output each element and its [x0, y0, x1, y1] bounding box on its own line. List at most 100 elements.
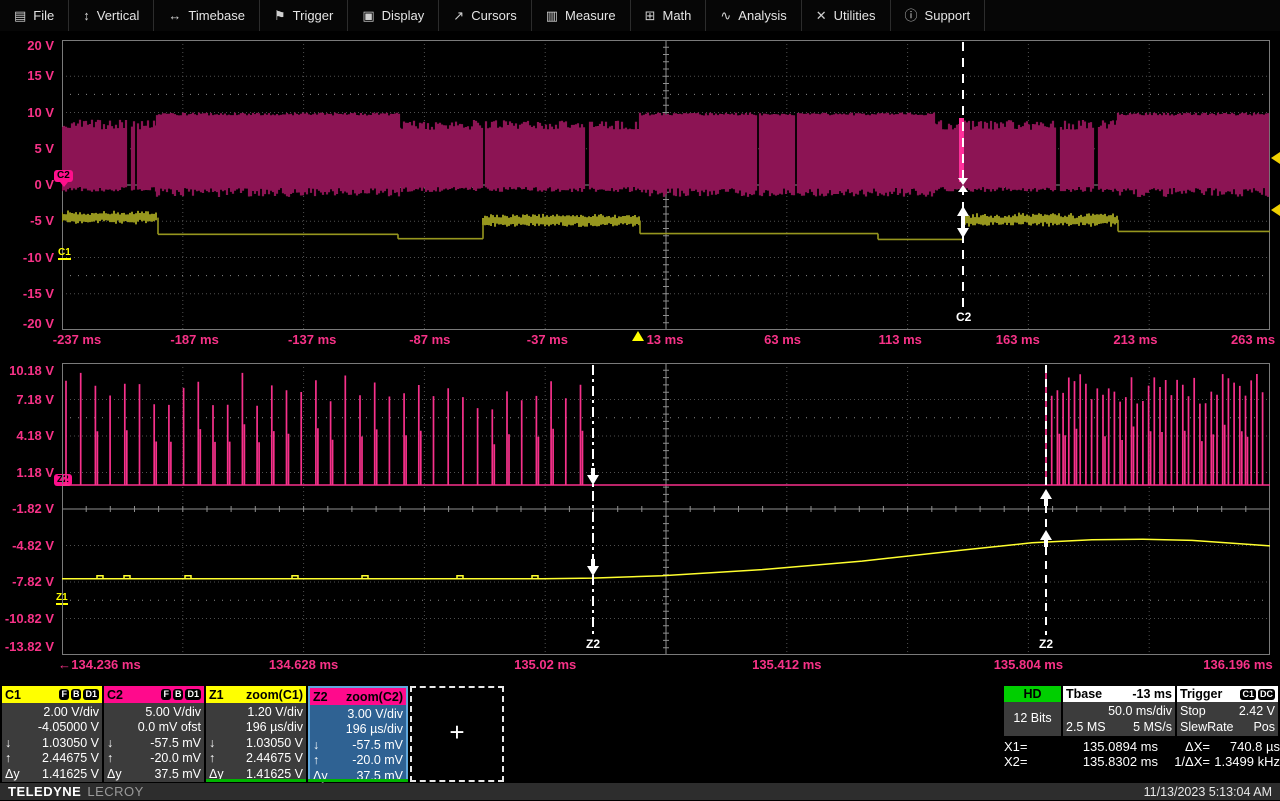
zoom-descriptor-z2-selected[interactable]: Z2 zoom(C2) 3.00 V/div 196 µs/div ↓-57.5… [308, 686, 408, 782]
main-x-label: 163 ms [973, 332, 1063, 347]
status-bar: TELEDYNELECROY 11/13/2023 5:13:04 AM [0, 783, 1280, 800]
menu-display[interactable]: ▣ Display [348, 0, 439, 31]
menu-file-label: File [33, 8, 54, 23]
menu-display-label: Display [382, 8, 425, 23]
timebase-box[interactable]: Tbase -13 ms 50.0 ms/div 2.5 MS5 MS/s [1063, 686, 1175, 736]
x1-value: 135.0894 ms [1042, 739, 1158, 754]
menu-support[interactable]: ⓘ Support [891, 0, 986, 31]
timebase-delay: -13 ms [1132, 687, 1172, 701]
c1-badge-f: F [59, 689, 69, 700]
math-icon: ⊞ [645, 9, 656, 22]
trigger-box[interactable]: Trigger C1 DC Stop2.42 V SlewRatePos [1177, 686, 1278, 736]
main-x-label: 113 ms [855, 332, 945, 347]
timebase-title: Tbase [1066, 687, 1102, 701]
main-y-label: -10 V [0, 250, 54, 266]
zoom-y-label: -1.82 V [0, 501, 54, 517]
c2-header: C2 F B D1 [104, 686, 204, 703]
main-x-label: -37 ms [502, 332, 592, 347]
trigger-type: SlewRate [1180, 719, 1234, 735]
c1-cursor-high: ↑2.44675 V [4, 751, 99, 766]
z2-tdiv: 196 µs/div [312, 722, 403, 737]
menu-support-label: Support [925, 8, 971, 23]
menu-trigger[interactable]: ⚑Trigger [260, 0, 348, 31]
menu-bar: ▤ File ↕ Vertical ↔Timebase ⚑Trigger ▣ Disp… [0, 0, 1280, 32]
down-arrow-icon: ↓ [5, 736, 11, 750]
trigger-mode: Stop [1180, 703, 1206, 719]
menu-measure-label: Measure [565, 8, 616, 23]
menu-vertical[interactable]: ↕ Vertical [69, 0, 154, 31]
trigger-coupling-badge: DC [1258, 689, 1275, 700]
trigger-slope: Pos [1253, 719, 1275, 735]
zoom-x-label: 135.412 ms [742, 657, 832, 672]
z2-cursor-high: ↑-20.0 mV [312, 753, 403, 768]
main-x-label: 263 ms [1208, 332, 1280, 347]
menu-measure[interactable]: ▥ Measure [532, 0, 631, 31]
menu-cursors[interactable]: ↗Cursors [439, 0, 531, 31]
main-y-label: -5 V [0, 213, 54, 229]
menu-timebase-label: Timebase [188, 8, 245, 23]
trigger-level-arrow-icon-1[interactable] [1271, 152, 1280, 164]
menu-timebase[interactable]: ↔Timebase [154, 0, 260, 31]
zoom-grid-plot [62, 363, 1270, 655]
timebase-header: Tbase -13 ms [1063, 686, 1175, 702]
x2-value: 135.8302 ms [1042, 754, 1158, 769]
main-x-axis: -237 ms-187 ms-137 ms-87 ms-37 ms13 ms63… [62, 332, 1270, 348]
down-arrow-icon: ↓ [313, 738, 319, 752]
channel-descriptor-c2[interactable]: C2 F B D1 5.00 V/div 0.0 mV ofst ↓-57.5 … [104, 686, 204, 782]
main-x-label: 213 ms [1090, 332, 1180, 347]
vertical-icon: ↕ [83, 9, 90, 22]
menu-math[interactable]: ⊞ Math [631, 0, 707, 31]
measure-icon: ▥ [546, 9, 558, 22]
main-x-label: 63 ms [738, 332, 828, 347]
c2-delta-y: Δy37.5 mV [106, 767, 201, 782]
cursors-icon: ↗ [453, 9, 464, 22]
menu-analysis[interactable]: ∿Analysis [706, 0, 801, 31]
delta-y-icon: Δy [107, 767, 122, 781]
main-x-label: -187 ms [150, 332, 240, 347]
main-y-label: 5 V [0, 141, 54, 157]
c2-offset: 0.0 mV ofst [106, 720, 201, 735]
timebase-scale: 50.0 ms/div [1108, 703, 1172, 719]
menu-utilities[interactable]: ✕Utilities [802, 0, 891, 31]
cursor-readout: X1= 135.0894 ms ΔX= 740.8 µs X2= 135.830… [1004, 739, 1280, 769]
display-icon: ▣ [362, 9, 374, 22]
main-y-label: -20 V [0, 316, 54, 332]
analysis-icon: ∿ [720, 9, 731, 22]
main-grid-plot [62, 40, 1270, 330]
z1-vdiv: 1.20 V/div [208, 705, 303, 720]
main-x-label: 13 ms [620, 332, 710, 347]
z1-cursor-low: ↓1.03050 V [208, 736, 303, 751]
zoom-y-label: 4.18 V [0, 428, 54, 444]
teledyne-lecroy-logo: TELEDYNELECROY [8, 783, 144, 801]
menu-math-label: Math [662, 8, 691, 23]
menu-trigger-label: Trigger [293, 8, 334, 23]
support-icon: ⓘ [905, 9, 918, 22]
trigger-level-arrow-icon-2[interactable] [1271, 204, 1280, 216]
zoom-y-label: 1.18 V [0, 465, 54, 481]
add-trace-box[interactable]: + [410, 686, 504, 782]
zoom-descriptor-z1[interactable]: Z1 zoom(C1) 1.20 V/div 196 µs/div ↓1.030… [206, 686, 306, 782]
file-icon: ▤ [14, 9, 26, 22]
menu-vertical-label: Vertical [97, 8, 140, 23]
zoom-x-label: 135.02 ms [500, 657, 590, 672]
z2-header: Z2 zoom(C2) [310, 688, 406, 705]
zoom-y-label: -13.82 V [0, 639, 54, 655]
channel-descriptor-c1[interactable]: C1 F B D1 2.00 V/div -4.05000 V ↓1.03050… [2, 686, 102, 782]
c1-badge-d1: D1 [83, 689, 99, 700]
trigger-title: Trigger [1180, 687, 1222, 701]
dx-label: ΔX= [1158, 739, 1214, 754]
hd-box[interactable]: HD 12 Bits [1004, 686, 1061, 736]
zoom-x-label: 135.804 ms [983, 657, 1073, 672]
menu-file[interactable]: ▤ File [0, 0, 69, 31]
x1-label: X1= [1004, 739, 1042, 754]
x2-label: X2= [1004, 754, 1042, 769]
zoom-y-label: 7.18 V [0, 392, 54, 408]
up-arrow-icon: ↑ [5, 751, 11, 765]
c1-delta-y: Δy1.41625 V [4, 767, 99, 782]
trigger-level: 2.42 V [1239, 703, 1275, 719]
c2-badge-d1: D1 [185, 689, 201, 700]
up-arrow-icon: ↑ [313, 753, 319, 767]
main-x-label: -87 ms [385, 332, 475, 347]
clock: 11/13/2023 5:13:04 AM [1144, 785, 1272, 799]
zoom-y-label: -4.82 V [0, 538, 54, 554]
